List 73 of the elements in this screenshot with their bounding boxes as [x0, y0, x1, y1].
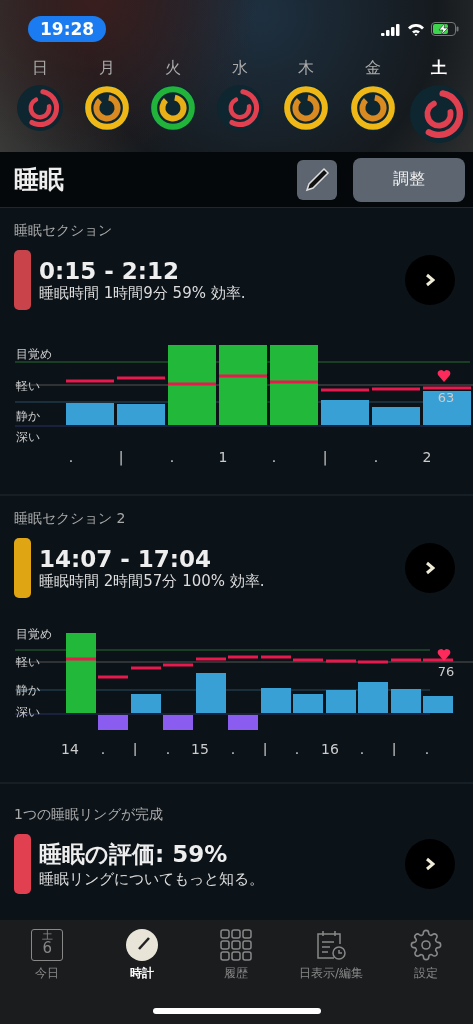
- detail-button[interactable]: [405, 839, 455, 889]
- time-tick-label: 15: [191, 741, 209, 756]
- detail-button[interactable]: [405, 255, 455, 305]
- detail-button[interactable]: [405, 543, 455, 593]
- chevron-right-icon: [425, 273, 435, 287]
- activity-ring-icon[interactable]: [83, 85, 130, 131]
- wifi-icon: [407, 22, 425, 36]
- time-tick-label: .: [169, 449, 175, 465]
- stage-label: 深い: [16, 430, 40, 444]
- time-tick-label: 1: [218, 449, 228, 465]
- weekday-label: 火: [165, 58, 181, 79]
- stage-label: 軽い: [16, 379, 40, 393]
- time-tick-label: 14: [61, 741, 79, 756]
- weekday-label: 土: [431, 58, 447, 79]
- time-tick-label: 2: [422, 449, 432, 465]
- calendar-icon: 土 6: [31, 929, 64, 961]
- tab-bar-item[interactable]: 時計: [96, 928, 187, 983]
- adjust-button[interactable]: 調整: [353, 157, 465, 202]
- grid-icon: [220, 929, 253, 961]
- time-tick-label: .: [359, 741, 365, 756]
- time-tick-label: 16: [321, 741, 339, 756]
- time-tick-label: .: [271, 449, 277, 465]
- activity-ring-icon[interactable]: [150, 85, 196, 131]
- clock-icon: [125, 929, 158, 961]
- time-tick-label: .: [373, 449, 379, 465]
- stage-label: 軽い: [16, 655, 40, 669]
- weekday-label: 水: [231, 58, 248, 79]
- heart-rate-value: 76: [437, 664, 455, 679]
- signal-icon: [381, 22, 401, 36]
- page-title: 睡眠: [14, 164, 65, 196]
- sleep-summary: 睡眠時間 1時間9分 59% 効率.: [39, 283, 247, 303]
- stage-label: 静か: [16, 683, 40, 697]
- weekday-label: 日: [32, 58, 48, 79]
- edit-button[interactable]: [297, 159, 337, 200]
- time-tick-label: .: [294, 741, 300, 756]
- weekday-label: 金: [364, 58, 381, 79]
- calendar-clock-icon: [315, 929, 348, 961]
- weekday-label: 木: [298, 58, 314, 79]
- tab-bar-item[interactable]: 履歴: [191, 928, 282, 983]
- pencil-icon: [304, 166, 330, 193]
- time-tick-label: .: [424, 741, 430, 756]
- time-tick-label: .: [68, 449, 74, 465]
- sleep-time-range: 14:07 - 17:04: [39, 545, 212, 572]
- stage-label: 目覚め: [16, 347, 52, 361]
- section-label: 1つの睡眠リングが完成: [14, 806, 164, 824]
- tab-bar-item[interactable]: 日表示/編集: [286, 928, 377, 983]
- sleep-time-range: 0:15 - 2:12: [39, 257, 180, 284]
- section-label: 睡眠セクション 2: [14, 510, 127, 528]
- tab-bar-item[interactable]: 設定: [380, 928, 471, 983]
- stage-label: 深い: [16, 705, 40, 719]
- chevron-right-icon: [425, 857, 435, 871]
- battery-charging-icon: [431, 22, 459, 36]
- time-tick-label: |: [322, 449, 328, 465]
- sleep-rating: 睡眠の評価: 59%: [39, 840, 229, 869]
- time-tick-label: .: [165, 741, 171, 756]
- time-tick-label: .: [230, 741, 236, 756]
- sleep-summary: 睡眠時間 2時間57分 100% 効率.: [39, 571, 266, 591]
- tab-bar-item[interactable]: 土 6 今日: [2, 928, 93, 983]
- heart-rate-value: 63: [437, 390, 455, 405]
- section-label: 睡眠セクション: [14, 222, 113, 240]
- heart-icon: [437, 649, 451, 661]
- stage-label: 静か: [16, 409, 40, 423]
- chevron-right-icon: [425, 561, 435, 575]
- activity-ring-icon[interactable]: [283, 85, 329, 131]
- time-tick-label: .: [100, 741, 106, 756]
- activity-ring-icon[interactable]: [410, 85, 468, 143]
- weekday-label: 月: [98, 58, 115, 79]
- time-tick-label: |: [118, 449, 124, 465]
- heart-icon: [437, 370, 451, 382]
- activity-ring-icon[interactable]: [349, 85, 396, 131]
- status-time: 19:28: [28, 16, 107, 42]
- stage-label: 目覚め: [16, 627, 52, 641]
- settings-icon: [409, 929, 442, 961]
